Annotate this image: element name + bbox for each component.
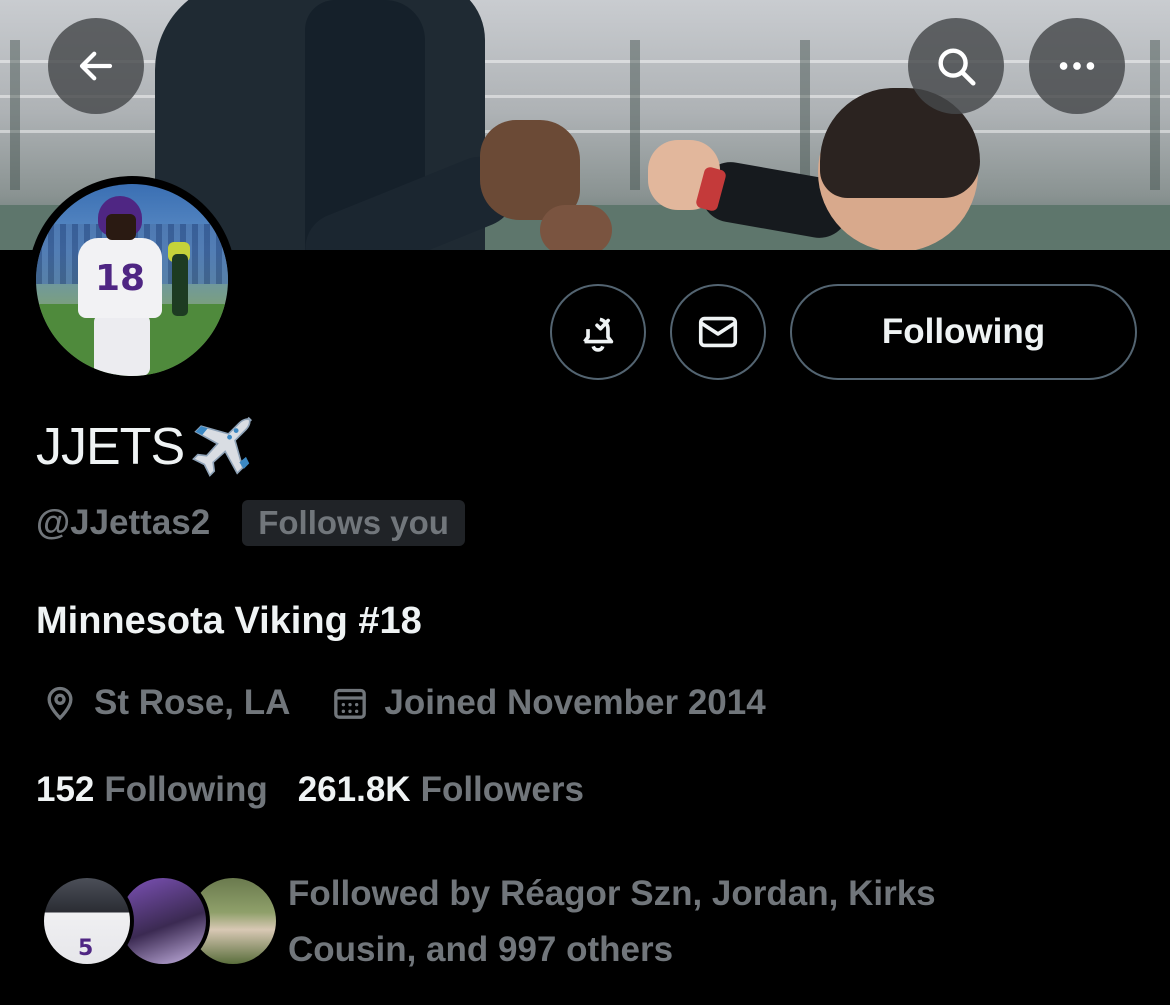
- arrow-left-icon: [79, 51, 113, 81]
- banner-fist: [540, 205, 612, 250]
- more-button[interactable]: [1029, 18, 1125, 114]
- display-name-text: JJETS: [36, 418, 185, 476]
- search-button[interactable]: [908, 18, 1004, 114]
- followers-stat[interactable]: 261.8K Followers: [298, 770, 584, 810]
- banner-post: [10, 40, 20, 190]
- profile-meta: St Rose, LA Joined November 2014: [40, 683, 766, 723]
- follower-avatar-jersey-number: 5: [78, 936, 94, 961]
- more-horizontal-icon: [1059, 62, 1095, 70]
- followed-by-text: Followed by Réagor Szn, Jordan, Kirks Co…: [288, 874, 936, 969]
- following-button[interactable]: Following: [790, 284, 1137, 380]
- banner-post: [630, 40, 640, 190]
- following-count: 152: [36, 770, 95, 809]
- follower-avatar: 5: [40, 874, 134, 968]
- avatar-image: 18: [36, 184, 228, 376]
- follows-you-badge: Follows you: [242, 500, 465, 546]
- banner-post: [800, 40, 810, 190]
- followers-label: Followers: [420, 770, 584, 809]
- profile-page: 18 Following JJETS @JJettas2 Follows you…: [0, 0, 1170, 1005]
- following-stat[interactable]: 152 Following: [36, 770, 268, 810]
- banner-post: [1150, 40, 1160, 190]
- search-icon: [938, 48, 976, 86]
- following-label: Following: [104, 770, 268, 809]
- avatar-jersey-number: 18: [78, 238, 162, 318]
- follow-stats: 152 Following 261.8K Followers: [36, 770, 584, 810]
- location-pin-icon: [47, 686, 73, 721]
- avatar[interactable]: 18: [28, 176, 236, 384]
- followed-by[interactable]: 5 Followed by Réagor Szn, Jordan, Kirks …: [40, 866, 1140, 976]
- message-button[interactable]: [670, 284, 766, 380]
- back-button[interactable]: [48, 18, 144, 114]
- airplane-icon: [192, 416, 253, 477]
- handle: @JJettas2: [36, 503, 211, 542]
- followers-count: 261.8K: [297, 770, 411, 809]
- calendar-icon: [334, 688, 367, 719]
- join-date: Joined November 2014: [330, 683, 766, 723]
- envelope-icon: [698, 316, 738, 348]
- bell-check-icon: [583, 317, 614, 352]
- bio: Minnesota Viking #18: [36, 600, 422, 642]
- display-name: JJETS: [36, 412, 258, 482]
- handle-row: @JJettas2 Follows you: [36, 500, 465, 546]
- join-date-text: Joined November 2014: [384, 683, 766, 722]
- location-text: St Rose, LA: [94, 683, 291, 722]
- location: St Rose, LA: [40, 683, 290, 723]
- notifications-button[interactable]: [550, 284, 646, 380]
